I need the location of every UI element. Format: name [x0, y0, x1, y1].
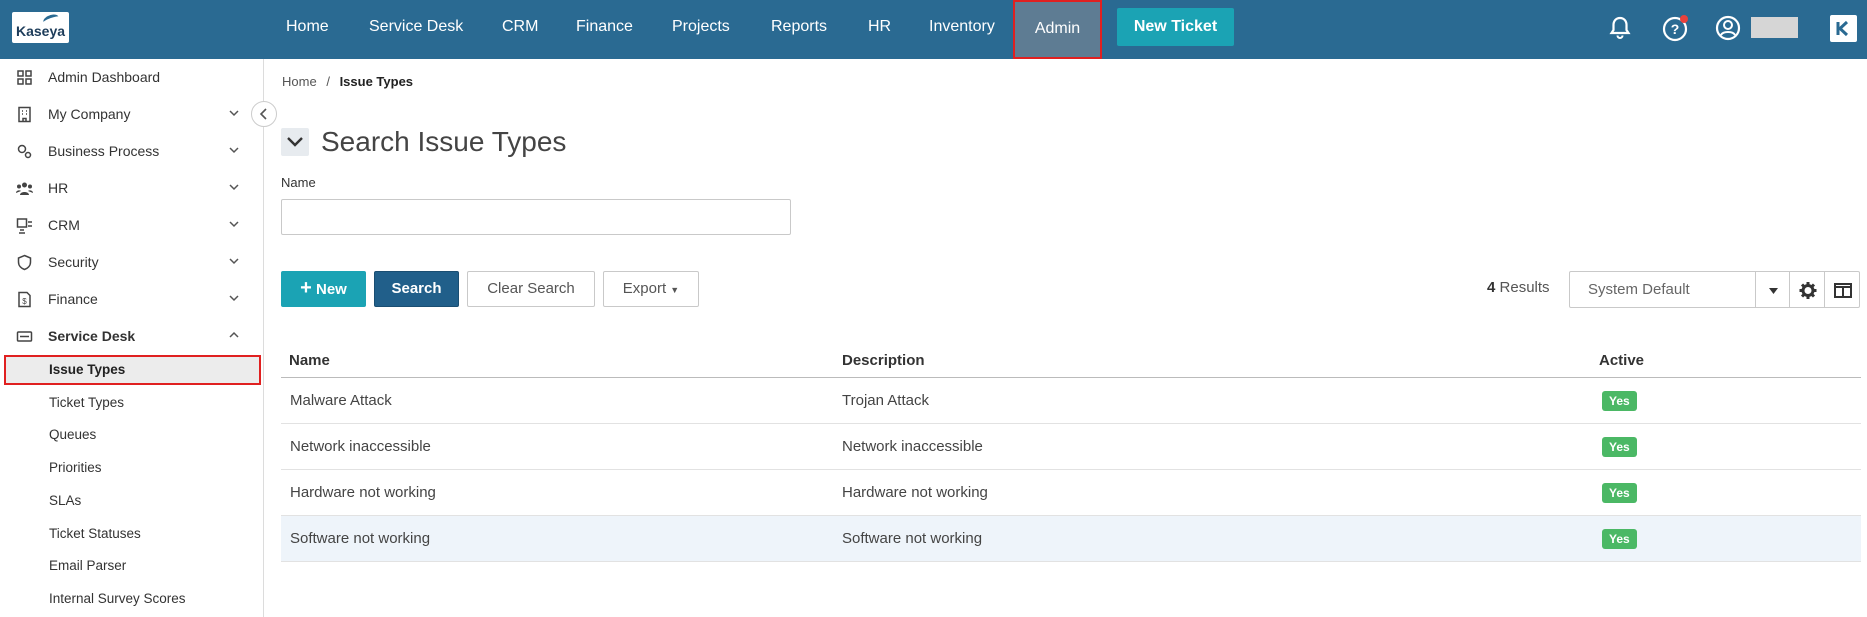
kaseya-k-button[interactable] [1830, 15, 1857, 42]
cell-name: Hardware not working [290, 484, 436, 501]
active-badge: Yes [1602, 483, 1637, 503]
cell-name: Malware Attack [290, 392, 392, 409]
column-header-active[interactable]: Active [1599, 352, 1644, 369]
grid-settings-button[interactable] [1789, 271, 1825, 308]
name-search-input[interactable] [281, 199, 791, 235]
columns-icon [1834, 283, 1852, 298]
svg-text:$: $ [22, 297, 27, 306]
nav-inventory[interactable]: Inventory [929, 0, 995, 59]
chevron-down-icon [229, 295, 239, 302]
sidebar-item-my-company[interactable]: My Company [0, 96, 264, 133]
breadcrumb-home[interactable]: Home [282, 74, 317, 89]
active-badge: Yes [1602, 529, 1637, 549]
sidebar-item-business-process[interactable]: Business Process [0, 133, 264, 170]
new-button[interactable]: + New [281, 271, 366, 307]
user-name-placeholder[interactable] [1751, 17, 1798, 38]
cell-description: Network inaccessible [842, 438, 983, 455]
sidebar-subitem-issue-types[interactable]: Issue Types [4, 355, 261, 385]
sidebar-item-admin-dashboard[interactable]: Admin Dashboard [0, 59, 264, 96]
cell-description: Hardware not working [842, 484, 988, 501]
nav-crm[interactable]: CRM [502, 0, 538, 59]
chevron-down-icon [229, 110, 239, 117]
top-navigation-bar: Kaseya Home Service Desk CRM Finance Pro… [0, 0, 1867, 59]
chevron-left-icon [259, 108, 267, 120]
sidebar-subitem-ticket-statuses[interactable]: Ticket Statuses [49, 526, 141, 541]
sidebar-item-security[interactable]: Security [0, 244, 264, 281]
sidebar-collapse-button[interactable] [251, 101, 277, 127]
sidebar-subitem-email-parser[interactable]: Email Parser [49, 558, 126, 573]
user-account-icon[interactable] [1714, 14, 1742, 42]
plus-icon: + [300, 277, 312, 299]
people-icon [16, 182, 33, 195]
bell-icon[interactable] [1606, 14, 1634, 42]
gear-icon [1799, 282, 1817, 299]
nav-admin[interactable]: Admin [1013, 0, 1102, 59]
grid-icon [17, 70, 32, 85]
breadcrumb: Home / Issue Types [282, 74, 413, 89]
building-icon [18, 106, 31, 123]
search-button[interactable]: Search [374, 271, 459, 307]
table-row[interactable]: Software not working Software not workin… [281, 516, 1861, 562]
chevron-down-icon [229, 221, 239, 228]
results-count: 4 Results [1487, 279, 1550, 296]
search-panel-toggle[interactable] [281, 128, 309, 156]
clear-search-button[interactable]: Clear Search [467, 271, 595, 307]
shield-icon [17, 254, 32, 271]
caret-down-icon: ▼ [670, 285, 680, 295]
kaseya-logo[interactable]: Kaseya [12, 12, 69, 43]
chevron-down-icon [229, 184, 239, 191]
breadcrumb-current: Issue Types [339, 74, 414, 89]
cogs-icon [17, 144, 32, 159]
column-header-description[interactable]: Description [842, 352, 925, 369]
table-row[interactable]: Malware Attack Trojan Attack Yes [281, 378, 1861, 424]
sidebar-subitem-ticket-types[interactable]: Ticket Types [49, 395, 124, 410]
sidebar-subitem-priorities[interactable]: Priorities [49, 460, 102, 475]
chevron-up-icon [229, 331, 239, 338]
sidebar-subitem-queues[interactable]: Queues [49, 427, 96, 442]
chevron-down-icon [229, 258, 239, 265]
active-badge: Yes [1602, 437, 1637, 457]
table-row[interactable]: Network inaccessible Network inaccessibl… [281, 424, 1861, 470]
nav-finance[interactable]: Finance [576, 0, 633, 59]
svg-text:?: ? [1671, 21, 1680, 37]
view-select[interactable]: System Default [1569, 271, 1756, 308]
cell-name: Network inaccessible [290, 438, 431, 455]
sidebar-item-hr[interactable]: HR [0, 170, 264, 207]
service-desk-icon [16, 331, 33, 342]
document-dollar-icon: $ [18, 291, 31, 308]
cell-name: Software not working [290, 530, 431, 547]
sidebar-item-finance[interactable]: $ Finance [0, 281, 264, 318]
breadcrumb-separator: / [326, 74, 330, 89]
cell-description: Software not working [842, 530, 983, 547]
crm-icon [16, 218, 32, 234]
caret-down-icon [1769, 288, 1778, 294]
export-dropdown-button[interactable]: Export ▼ [603, 271, 699, 307]
help-icon[interactable]: ? [1661, 14, 1689, 42]
column-header-name[interactable]: Name [289, 352, 330, 369]
new-ticket-button[interactable]: New Ticket [1117, 8, 1234, 46]
nav-reports[interactable]: Reports [771, 0, 827, 59]
nav-service-desk[interactable]: Service Desk [369, 0, 463, 59]
chevron-down-icon [229, 147, 239, 154]
table-row[interactable]: Hardware not working Hardware not workin… [281, 470, 1861, 516]
nav-home[interactable]: Home [286, 0, 329, 59]
name-field-label: Name [281, 175, 316, 190]
sidebar-subitem-slas[interactable]: SLAs [49, 493, 81, 508]
sidebar-item-service-desk[interactable]: Service Desk [0, 318, 264, 355]
sidebar-subitem-internal-survey-scores[interactable]: Internal Survey Scores [49, 591, 186, 606]
chevron-down-icon [287, 137, 303, 147]
view-select-arrow[interactable] [1755, 271, 1790, 308]
column-chooser-button[interactable] [1824, 271, 1860, 308]
page-title: Search Issue Types [321, 126, 567, 157]
table-header: Name Description Active [281, 349, 1861, 378]
sidebar-item-crm[interactable]: CRM [0, 207, 264, 244]
cell-description: Trojan Attack [842, 392, 929, 409]
active-badge: Yes [1602, 391, 1637, 411]
admin-sidebar: Admin Dashboard My Company Business Proc… [0, 59, 264, 617]
nav-projects[interactable]: Projects [672, 0, 730, 59]
nav-hr[interactable]: HR [868, 0, 891, 59]
kaseya-k-icon [1836, 20, 1849, 37]
